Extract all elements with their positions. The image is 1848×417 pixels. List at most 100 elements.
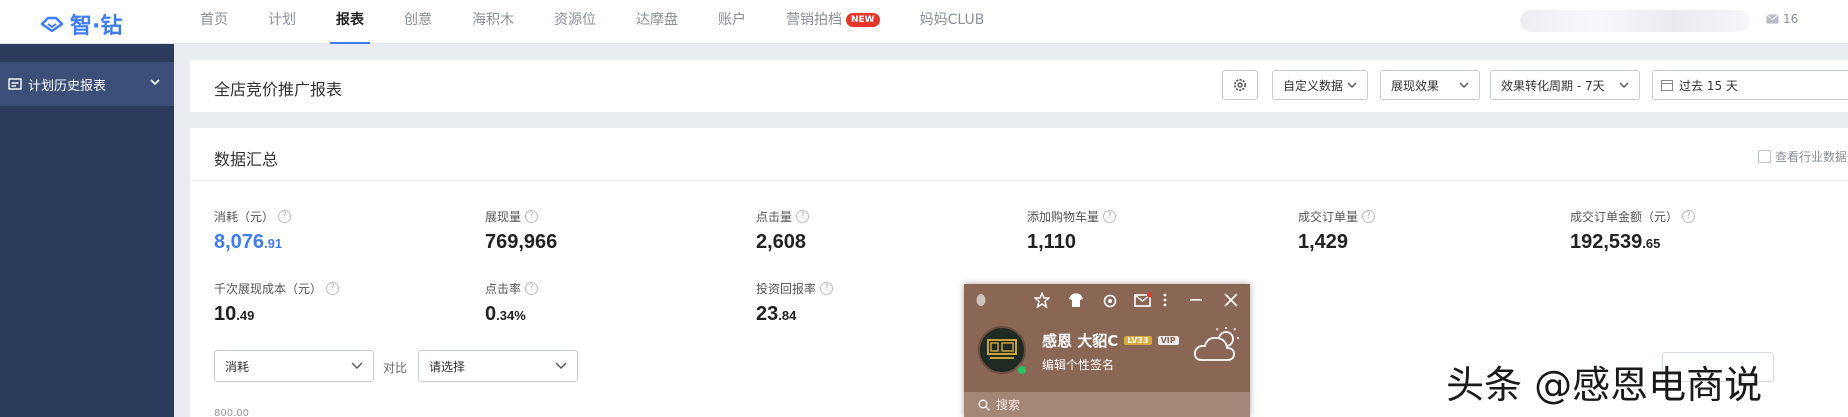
qq-profile-name[interactable]: 感恩 大貂C LV33 VIP — [1042, 330, 1179, 351]
metric-dec: .49 — [236, 308, 255, 323]
mail-icon — [1766, 14, 1779, 24]
metric-value: 23.84 — [756, 303, 833, 326]
chevron-down-icon — [1459, 82, 1469, 88]
new-badge: NEW — [846, 13, 880, 27]
metric-ctr[interactable]: 点击率? 0.34% — [485, 280, 539, 326]
help-icon[interactable]: ? — [1362, 210, 1376, 223]
metric-int: 1,110 — [1027, 231, 1076, 253]
qq-floating-window: 感恩 大貂C LV33 VIP 编辑个性签名 搜索 — [964, 284, 1250, 417]
nav-label: 达摩盘 — [636, 12, 678, 28]
help-icon[interactable]: ? — [278, 210, 292, 223]
brand-logo[interactable]: 智·钻 — [40, 8, 122, 40]
nav-label: 账户 — [718, 12, 746, 28]
watermark: 头条 @感恩电商说 — [1446, 363, 1763, 407]
vip-badge: VIP — [1157, 336, 1179, 345]
metric-dec: .34% — [496, 308, 526, 323]
metric-dec: .65 — [1642, 236, 1661, 251]
nav-resource[interactable]: 资源位 — [534, 0, 616, 44]
help-icon[interactable]: ? — [1682, 210, 1696, 223]
metric-value: 1,429 — [1298, 231, 1375, 254]
nav-label: 资源位 — [554, 12, 596, 28]
metric-label: 成交订单量 — [1298, 210, 1359, 224]
minimize-icon[interactable] — [1190, 299, 1202, 301]
nav-mama-club[interactable]: 妈妈CLUB — [900, 0, 1005, 44]
metric-int: 0 — [485, 303, 497, 325]
chart-axis-label: 800.00 — [214, 408, 249, 417]
date-range-picker[interactable]: 过去 15 天 — [1652, 70, 1848, 100]
brand-name: 智·钻 — [70, 14, 123, 39]
conversion-cycle-select[interactable]: 效果转化周期 - 7天 — [1490, 70, 1640, 100]
penguin-icon[interactable] — [974, 293, 988, 307]
chevron-down-icon — [351, 362, 363, 369]
nav-report[interactable]: 报表 — [316, 0, 384, 44]
metric-label: 添加购物车量 — [1027, 210, 1100, 224]
metric-int: 2,608 — [756, 231, 807, 253]
metric-clicks[interactable]: 点击量? 2,608 — [756, 208, 810, 254]
main-nav: 首页 计划 报表 创意 海积木 资源位 达摩盘 账户 营销拍档 NEW 妈妈CLU… — [180, 0, 1004, 44]
qq-search-bar[interactable]: 搜索 — [964, 392, 1250, 417]
select-value: 展现效果 — [1391, 78, 1440, 93]
help-icon[interactable]: ? — [796, 210, 810, 223]
nav-damopan[interactable]: 达摩盘 — [616, 0, 698, 44]
weather-cloud-icon[interactable] — [1192, 326, 1244, 366]
metric-label: 千次展现成本（元） — [214, 282, 323, 296]
mail-count-text: 16 — [1783, 12, 1799, 26]
calendar-icon — [1661, 80, 1673, 91]
sidebar-item-plan-history-report[interactable]: 计划历史报表 — [0, 62, 174, 106]
metric-int: 23 — [756, 303, 779, 325]
compare-metric-select[interactable]: 请选择 — [418, 350, 578, 382]
metric-order-amount[interactable]: 成交订单金额（元）? 192,539.65 — [1570, 208, 1696, 254]
help-icon[interactable]: ? — [820, 282, 834, 295]
nav-label: 海积木 — [472, 12, 514, 28]
star-icon[interactable] — [1034, 292, 1050, 308]
metric-impressions[interactable]: 展现量? 769,966 — [485, 208, 557, 254]
metric-roi[interactable]: 投资回报率? 23.84 — [756, 280, 834, 326]
metric-label: 展现量 — [485, 210, 522, 224]
metric-label: 消耗（元） — [214, 210, 275, 224]
metric-dec: .84 — [778, 308, 797, 323]
online-status-dot — [1016, 364, 1028, 376]
nav-label: 创意 — [404, 12, 432, 28]
display-effect-select[interactable]: 展现效果 — [1380, 70, 1480, 100]
metric-label: 点击量 — [756, 210, 793, 224]
mail-icon[interactable] — [1134, 292, 1152, 308]
qq-signature[interactable]: 编辑个性签名 — [1042, 356, 1114, 373]
checkbox-label: 查看行业数据 — [1775, 150, 1848, 164]
report-header-card: 全店竞价推广报表 自定义数据 展现效果 效果转化周期 - 7天 过去 15 天 — [190, 60, 1848, 112]
sidebar-item-label: 计划历史报表 — [28, 78, 107, 94]
nav-plan[interactable]: 计划 — [248, 0, 316, 44]
user-info-blurred[interactable] — [1520, 10, 1750, 32]
help-icon[interactable]: ? — [525, 210, 539, 223]
help-icon[interactable]: ? — [326, 282, 340, 295]
section-title: 数据汇总 — [214, 150, 279, 169]
custom-data-select[interactable]: 自定义数据 — [1272, 70, 1368, 100]
nav-blocks[interactable]: 海积木 — [452, 0, 534, 44]
metric-int: 10 — [214, 303, 237, 325]
nav-marketing-partner[interactable]: 营销拍档 NEW — [766, 0, 900, 44]
metric-label: 成交订单金额（元） — [1570, 210, 1679, 224]
shirt-icon[interactable] — [1068, 292, 1084, 308]
metric-value: 0.34% — [485, 303, 538, 326]
nav-creative[interactable]: 创意 — [384, 0, 452, 44]
metric-orders[interactable]: 成交订单量? 1,429 — [1298, 208, 1376, 254]
settings-button[interactable] — [1222, 70, 1258, 100]
industry-data-toggle[interactable]: 查看行业数据 — [1758, 148, 1847, 165]
nav-account[interactable]: 账户 — [698, 0, 766, 44]
chevron-down-icon — [1347, 82, 1357, 88]
close-icon[interactable] — [1224, 293, 1238, 307]
metric-cpm[interactable]: 千次展现成本（元）? 10.49 — [214, 280, 340, 326]
mail-notification[interactable]: 16 — [1766, 12, 1798, 26]
metric-add-to-cart[interactable]: 添加购物车量? 1,110 — [1027, 208, 1117, 254]
checkbox[interactable] — [1758, 150, 1771, 163]
gear-icon — [1234, 79, 1246, 91]
help-icon[interactable]: ? — [1103, 210, 1117, 223]
metric-value: 2,608 — [756, 231, 809, 254]
primary-metric-select[interactable]: 消耗 — [214, 350, 374, 382]
medal-icon[interactable] — [1102, 292, 1118, 308]
metric-label: 投资回报率 — [756, 282, 817, 296]
more-icon[interactable] — [1162, 292, 1168, 308]
metric-cost[interactable]: 消耗（元）? 8,076.91 — [214, 208, 292, 254]
help-icon[interactable]: ? — [525, 282, 539, 295]
nav-home[interactable]: 首页 — [180, 0, 248, 44]
metric-int: 1,429 — [1298, 231, 1349, 253]
